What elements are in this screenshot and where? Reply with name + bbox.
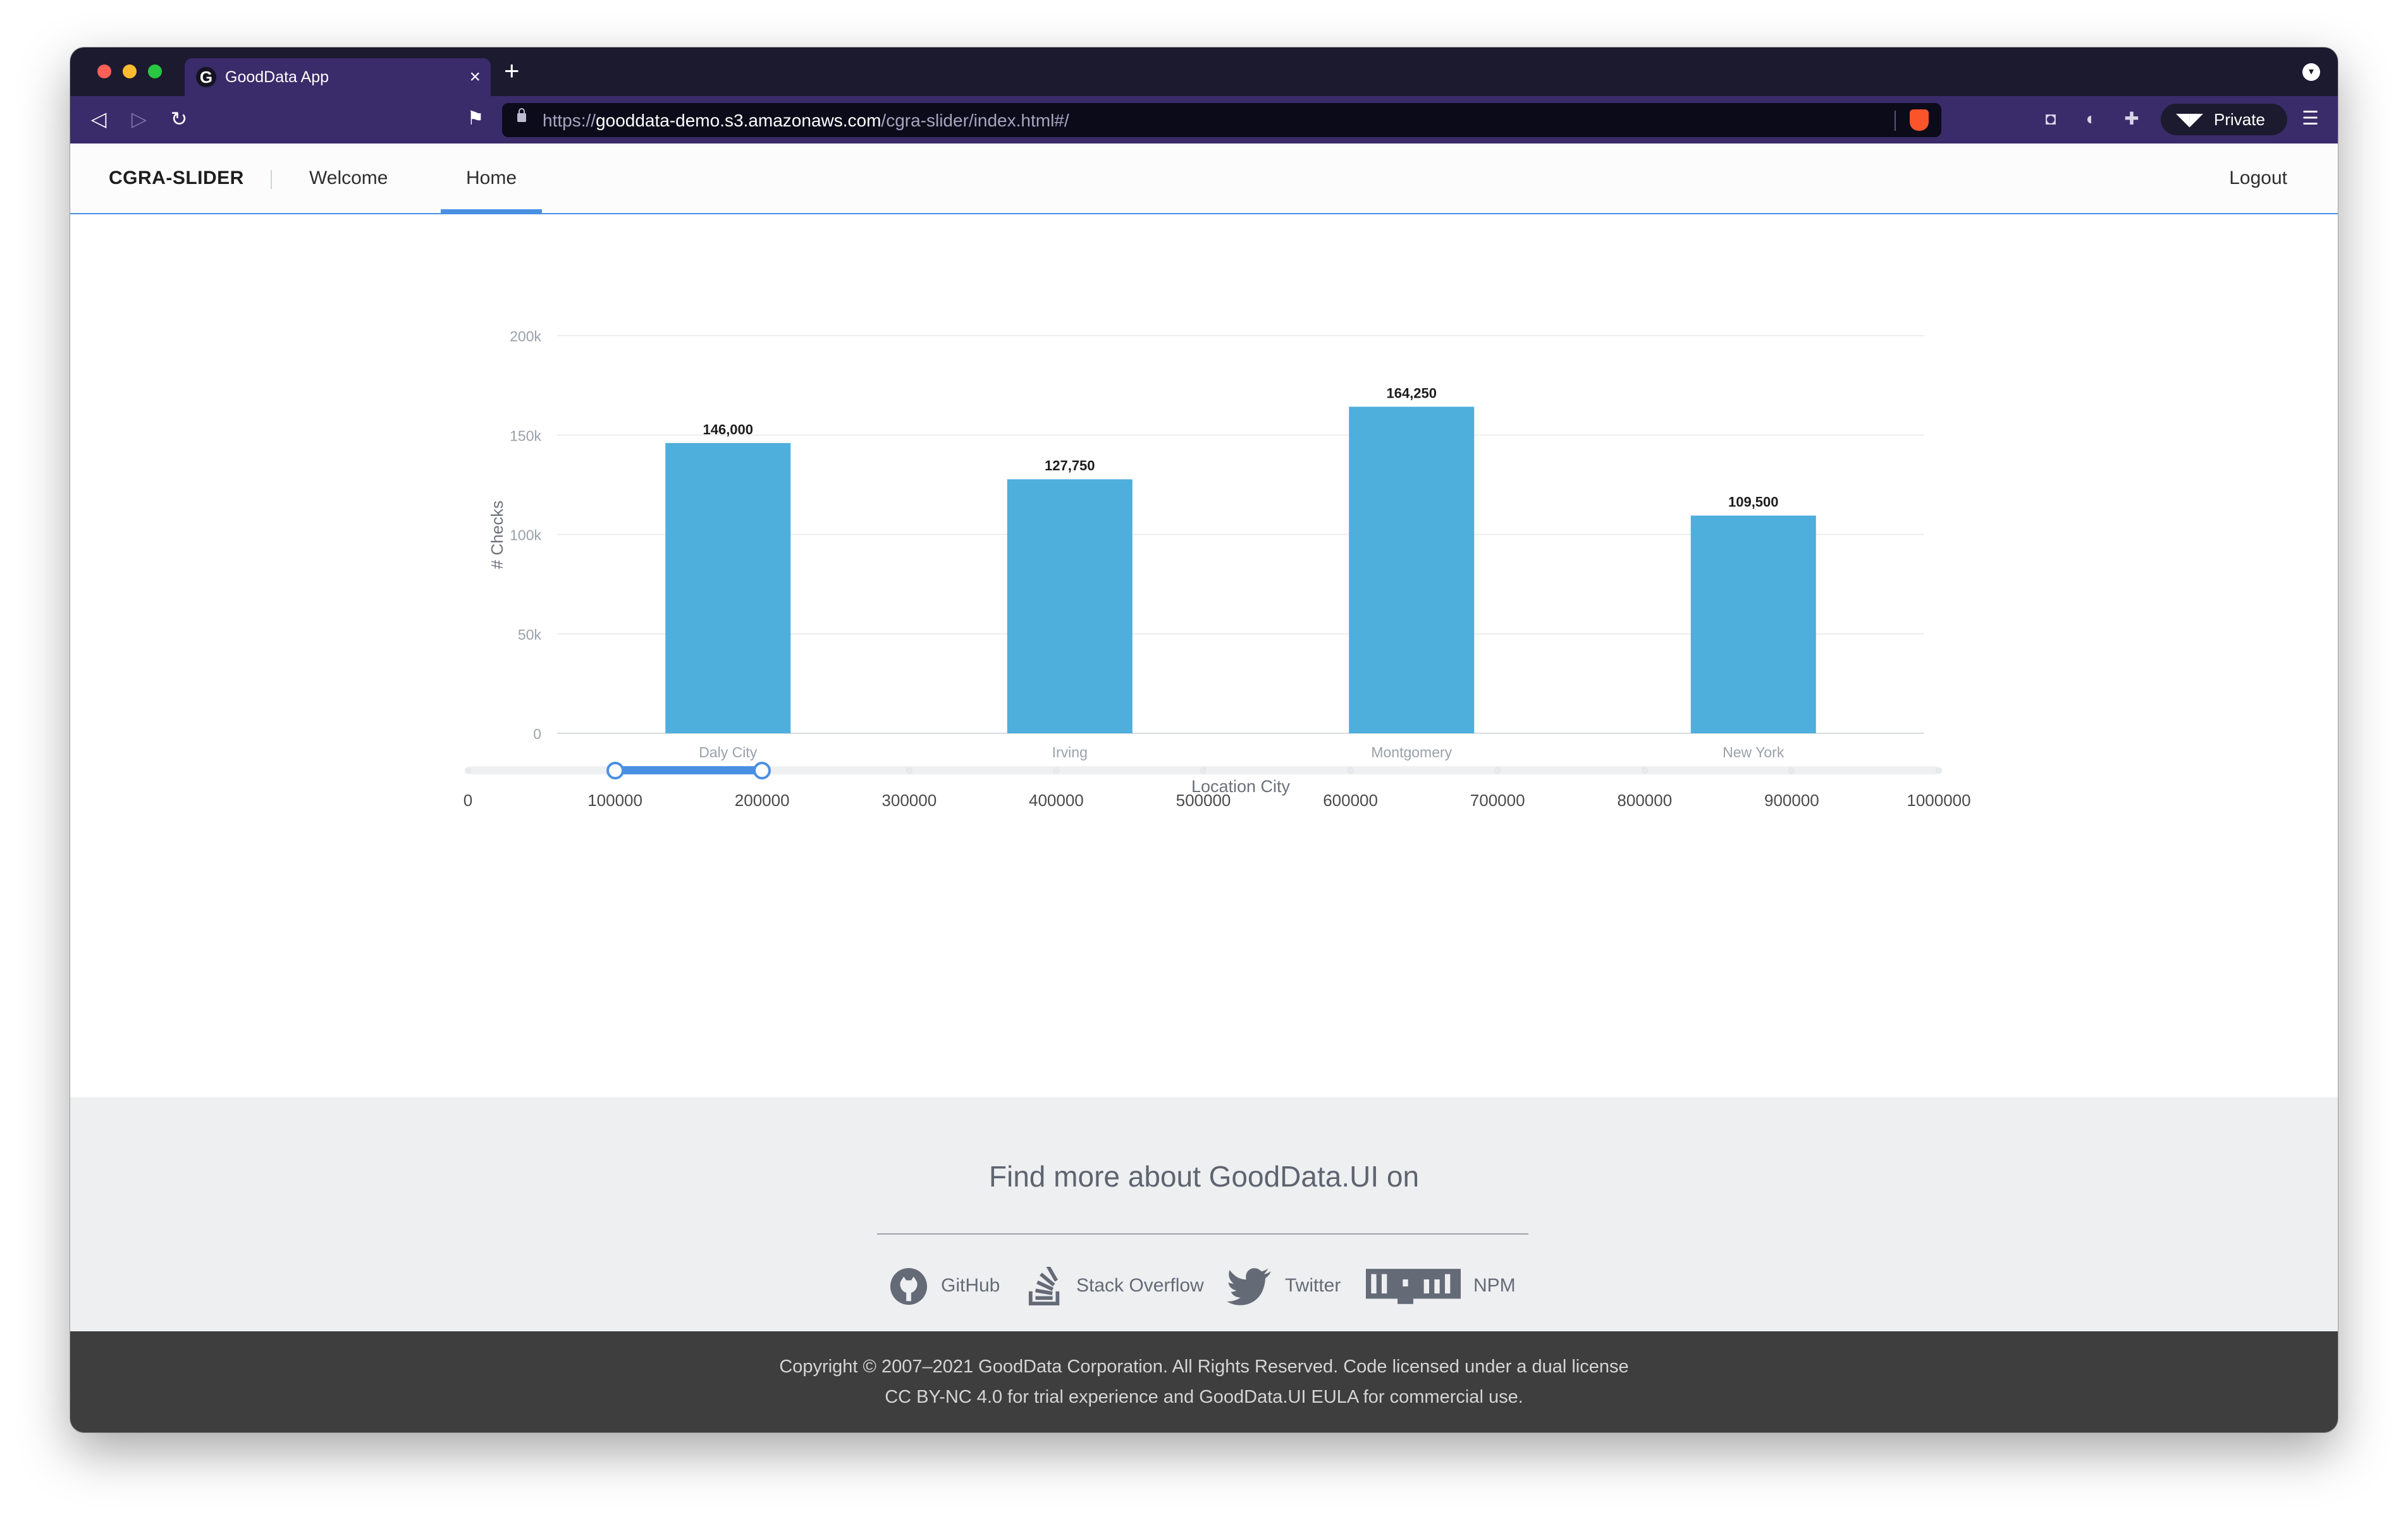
npm-icon: [1366, 1269, 1461, 1304]
gooddata-favicon-icon: G: [196, 67, 216, 87]
brave-shield-icon[interactable]: [1910, 109, 1929, 131]
slider-max-handle[interactable]: [753, 762, 771, 779]
back-button[interactable]: ◁: [86, 105, 111, 133]
y-tick-label: 150k: [510, 427, 541, 444]
x-tick-label: Daly City: [699, 744, 758, 760]
y-tick-label: 100k: [510, 527, 541, 544]
bar-chart: 0 50k 100k 150k 200k # Checks 146,000 Daly City…: [488, 328, 1924, 796]
x-tick-label: New York: [1723, 744, 1784, 760]
data-label: 146,000: [703, 422, 753, 437]
browser-toolbar: ◁ ▷ ↻ ⚑ https://gooddata-demo.s3.amazona…: [70, 96, 2338, 143]
extensions-icon[interactable]: ✚: [2120, 107, 2143, 130]
address-bar-divider: [1895, 111, 1896, 131]
data-label: 127,750: [1045, 458, 1095, 473]
tab-close-icon[interactable]: ×: [469, 66, 481, 89]
slider-mark-label[interactable]: 200000: [735, 791, 790, 810]
y-tick-label: 50k: [518, 626, 542, 643]
slider-step-dot[interactable]: [1936, 767, 1942, 774]
copyright-text: Copyright © 2007–2021 GoodData Corporati…: [779, 1357, 1629, 1377]
slider-mark-label[interactable]: 800000: [1617, 791, 1672, 810]
private-window-badge[interactable]: ◥◤ Private: [2161, 104, 2287, 135]
x-tick-label: Irving: [1052, 744, 1088, 760]
bar: [1007, 479, 1133, 733]
y-axis-title: # Checks: [488, 501, 507, 569]
slider-mark-label[interactable]: 900000: [1764, 791, 1819, 810]
bar: [1690, 515, 1816, 733]
slider-mark-label[interactable]: 500000: [1176, 791, 1231, 810]
browser-tab[interactable]: G GoodData App ×: [185, 58, 491, 96]
footer-link-twitter[interactable]: Twitter: [1226, 1266, 1341, 1306]
address-bar[interactable]: https://gooddata-demo.s3.amazonaws.com/c…: [502, 103, 1941, 137]
slider-mark-label[interactable]: 1000000: [1907, 791, 1970, 810]
footer-link-github[interactable]: GitHub: [889, 1266, 1000, 1306]
slider-selected-range[interactable]: [615, 766, 763, 774]
github-icon: [890, 1268, 928, 1305]
range-slider: 0 100000 200000 300000 400000 500000 600000 700…: [70, 47, 2338, 810]
slider-mark-label[interactable]: 100000: [587, 791, 642, 810]
footer-link-stackoverflow[interactable]: Stack Overflow: [1027, 1265, 1204, 1306]
bar: [665, 443, 791, 733]
slider-mark-label[interactable]: 400000: [1029, 791, 1084, 810]
private-label: Private: [2214, 110, 2265, 129]
slider-step-dot[interactable]: [906, 767, 912, 774]
bookmark-icon[interactable]: ⚑: [463, 105, 488, 133]
slider-mark-label[interactable]: 600000: [1323, 791, 1378, 810]
license-text: CC BY-NC 4.0 for trial experience and Go…: [885, 1387, 1523, 1407]
data-label: 164,250: [1386, 385, 1437, 401]
slider-min-handle[interactable]: [606, 762, 624, 779]
twitter-icon: [1227, 1268, 1271, 1305]
footer-link-label: Twitter: [1285, 1275, 1341, 1296]
menu-icon[interactable]: ☰: [2302, 107, 2319, 130]
slider-step-dot[interactable]: [465, 767, 471, 774]
brand-separator: [271, 170, 272, 189]
logout-link[interactable]: Logout: [2229, 168, 2287, 189]
camera-icon[interactable]: ◘: [2039, 107, 2062, 130]
lock-icon: [517, 108, 526, 122]
bar: [1349, 406, 1475, 733]
x-tick-label: Montgomery: [1371, 744, 1452, 760]
footer-link-label: Stack Overflow: [1076, 1275, 1204, 1296]
browser-window: G GoodData App × + ▾ ◁ ▷ ↻ ⚑ https://goo…: [70, 47, 2338, 1432]
footer-heading: Find more about GoodData.UI on: [988, 1160, 1420, 1193]
url-text[interactable]: https://gooddata-demo.s3.amazonaws.com/c…: [543, 111, 1069, 131]
y-tick-label: 0: [533, 726, 541, 742]
copyright-footer: Copyright © 2007–2021 GoodData Corporati…: [70, 1331, 2338, 1432]
nav-home[interactable]: Home: [466, 168, 517, 189]
browser-tab-bar: G GoodData App × + ▾: [70, 47, 2338, 96]
y-tick-label: 200k: [510, 328, 541, 345]
slider-step-dot[interactable]: [1641, 767, 1648, 774]
app-header: CGRA-SLIDER Welcome Home Logout: [70, 143, 2338, 214]
footer-link-label: NPM: [1473, 1275, 1516, 1296]
data-label: 109,500: [1728, 494, 1779, 510]
slider-step-dot[interactable]: [1347, 767, 1354, 774]
private-glasses-icon: ◥◤: [2176, 109, 2204, 129]
new-tab-button[interactable]: +: [504, 56, 520, 85]
slider-mark-label[interactable]: 700000: [1470, 791, 1525, 810]
footer-links-section: Find more about GoodData.UI on GitHub St…: [70, 1097, 2338, 1331]
footer-link-npm[interactable]: NPM: [1366, 1266, 1516, 1306]
minimize-window-button[interactable]: [123, 64, 137, 78]
nav-welcome[interactable]: Welcome: [309, 168, 388, 189]
slider-mark-label[interactable]: 300000: [882, 791, 937, 810]
footer-link-label: GitHub: [941, 1275, 1000, 1296]
tab-title: GoodData App: [225, 68, 329, 86]
app-brand[interactable]: CGRA-SLIDER: [109, 168, 244, 189]
vpn-icon[interactable]: ◐: [2080, 107, 2103, 130]
maximize-window-button[interactable]: [148, 64, 162, 78]
slider-mark-label[interactable]: 0: [464, 791, 472, 810]
stackoverflow-icon: [1028, 1265, 1060, 1306]
slider-step-dot[interactable]: [1200, 767, 1207, 774]
forward-button[interactable]: ▷: [126, 105, 152, 133]
tab-search-icon[interactable]: ▾: [2302, 63, 2320, 81]
close-window-button[interactable]: [97, 64, 111, 78]
reload-button[interactable]: ↻: [166, 105, 192, 133]
footer-divider: [877, 1233, 1528, 1235]
